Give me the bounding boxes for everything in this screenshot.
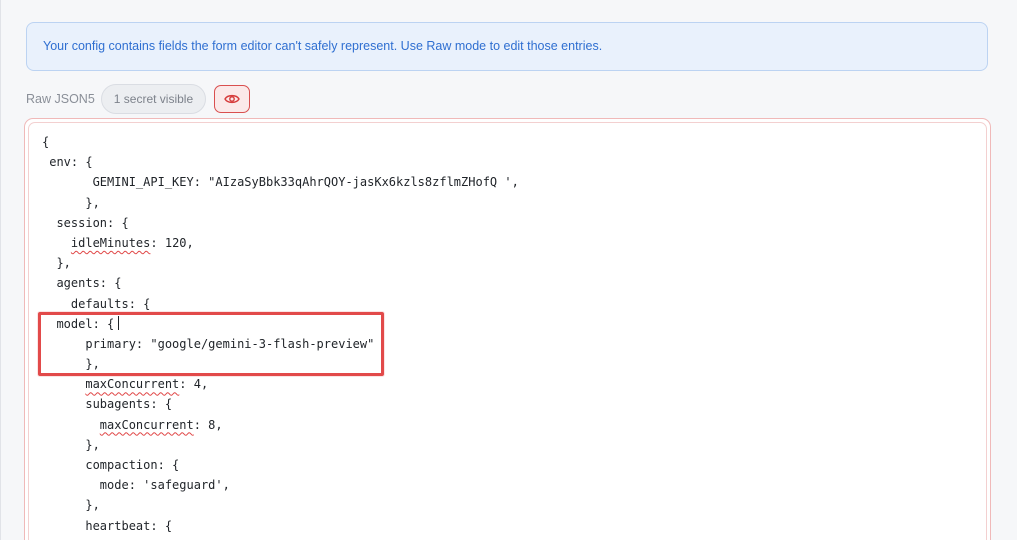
code-line: heartbeat: {: [85, 518, 173, 533]
code-line: GEMINI_API_KEY: "AIzaSyBbk33qAhrQOY-jasK…: [92, 175, 519, 190]
code-line: },: [85, 357, 100, 372]
code-line: primary: "google/gemini-3-flash-preview": [85, 336, 375, 351]
raw-json5-label: Raw JSON5: [26, 92, 95, 106]
code-line: },: [56, 256, 71, 271]
raw-json-editor-frame: { env: { GEMINI_API_KEY: "AIzaSyBbk33qAh…: [24, 118, 991, 540]
code-line: env: {: [49, 155, 93, 170]
notice-text: Your config contains fields the form edi…: [43, 39, 603, 53]
code-line: },: [85, 498, 100, 513]
code-line: {: [42, 135, 50, 149]
code-line: agents: {: [56, 276, 122, 291]
code-line: idleMinutes: 120,: [70, 235, 194, 250]
spellcheck-flagged-key: maxConcurrent: [99, 417, 194, 432]
code-line: model: {: [42, 314, 519, 334]
config-page: Your config contains fields the form edi…: [0, 0, 1017, 540]
code-line: },: [85, 437, 100, 452]
code-line: session: {: [56, 215, 129, 230]
secret-visible-badge: 1 secret visible: [100, 84, 207, 114]
raw-json-editor[interactable]: { env: { GEMINI_API_KEY: "AIzaSyBbk33qAh…: [28, 122, 987, 540]
editor-toolbar: Raw JSON5 1 secret visible: [26, 84, 251, 114]
code-line: mode: 'safeguard',: [99, 478, 230, 493]
spellcheck-flagged-key: idleMinutes: [70, 235, 151, 250]
code-line: compaction: {: [85, 458, 180, 472]
code-line: },: [85, 195, 100, 210]
eye-icon: [224, 94, 240, 104]
code-line: subagents: {: [85, 397, 173, 412]
raw-mode-notice: Your config contains fields the form edi…: [26, 22, 988, 71]
spellcheck-flagged-key: maxConcurrent: [85, 377, 180, 392]
toggle-secret-visibility-button[interactable]: [214, 85, 251, 113]
code-content[interactable]: { env: { GEMINI_API_KEY: "AIzaSyBbk33qAh…: [42, 132, 519, 536]
code-line: maxConcurrent: 8,: [99, 417, 223, 432]
code-line: maxConcurrent: 4,: [85, 377, 209, 392]
text-caret: [118, 315, 120, 330]
code-line: defaults: {: [70, 296, 151, 311]
